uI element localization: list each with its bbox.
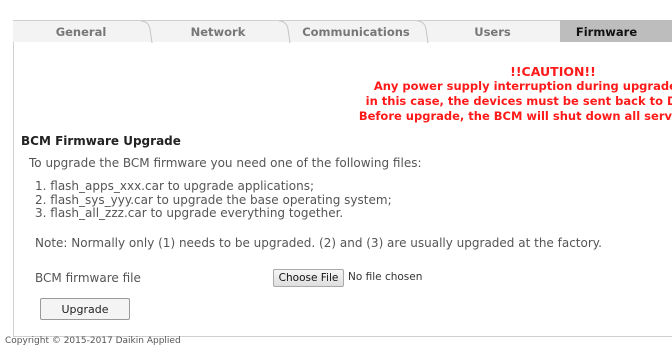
choose-file-button[interactable]: Choose File: [273, 269, 344, 287]
tab-network-label: Network: [190, 24, 246, 39]
tab-users-label: Users: [474, 24, 511, 39]
firmware-file-list: 1. flash_apps_xxx.car to upgrade applica…: [35, 179, 392, 221]
upgrade-button[interactable]: Upgrade: [40, 298, 130, 320]
tab-separator-icon: [140, 21, 153, 43]
no-file-chosen-text: No file chosen: [348, 271, 423, 283]
tab-network[interactable]: Network: [149, 20, 291, 43]
factory-note: Note: Normally only (1) needs to be upgr…: [35, 236, 602, 250]
section-title: BCM Firmware Upgrade: [21, 134, 181, 148]
caution-notice: !!CAUTION!! Any power supply interruptio…: [13, 64, 672, 124]
caution-line-3: Before upgrade, the BCM will shut down a…: [358, 109, 672, 123]
tab-general[interactable]: General: [13, 20, 153, 43]
upgrade-intro-text: To upgrade the BCM firmware you need one…: [29, 156, 422, 170]
tab-general-label: General: [55, 24, 107, 39]
caution-line-2: in this case, the devices must be sent b…: [365, 94, 672, 108]
tab-separator-icon: [278, 21, 291, 43]
caution-heading: !!CAUTION!!: [510, 64, 596, 79]
tab-users[interactable]: Users: [425, 20, 560, 42]
list-item: 3. flash_all_zzz.car to upgrade everythi…: [35, 206, 344, 220]
caution-line-1: Any power supply interruption during upg…: [373, 79, 672, 93]
tab-firmware[interactable]: Firmware: [560, 20, 672, 42]
firmware-page: General Network Communications Users Fir…: [0, 0, 672, 349]
tab-communications-label: Communications: [302, 24, 410, 39]
tab-separator-icon: [416, 21, 429, 43]
settings-tab-bar: General Network Communications Users Fir…: [13, 20, 672, 43]
list-item: 2. flash_sys_yyy.car to upgrade the base…: [35, 192, 392, 207]
tab-firmware-label: Firmware: [575, 24, 638, 39]
tab-communications[interactable]: Communications: [287, 20, 429, 43]
list-item: 1. flash_apps_xxx.car to upgrade applica…: [35, 179, 314, 193]
firmware-file-label: BCM firmware file: [35, 271, 141, 285]
copyright-text: Copyright © 2015-2017 Daikin Applied: [5, 336, 181, 346]
